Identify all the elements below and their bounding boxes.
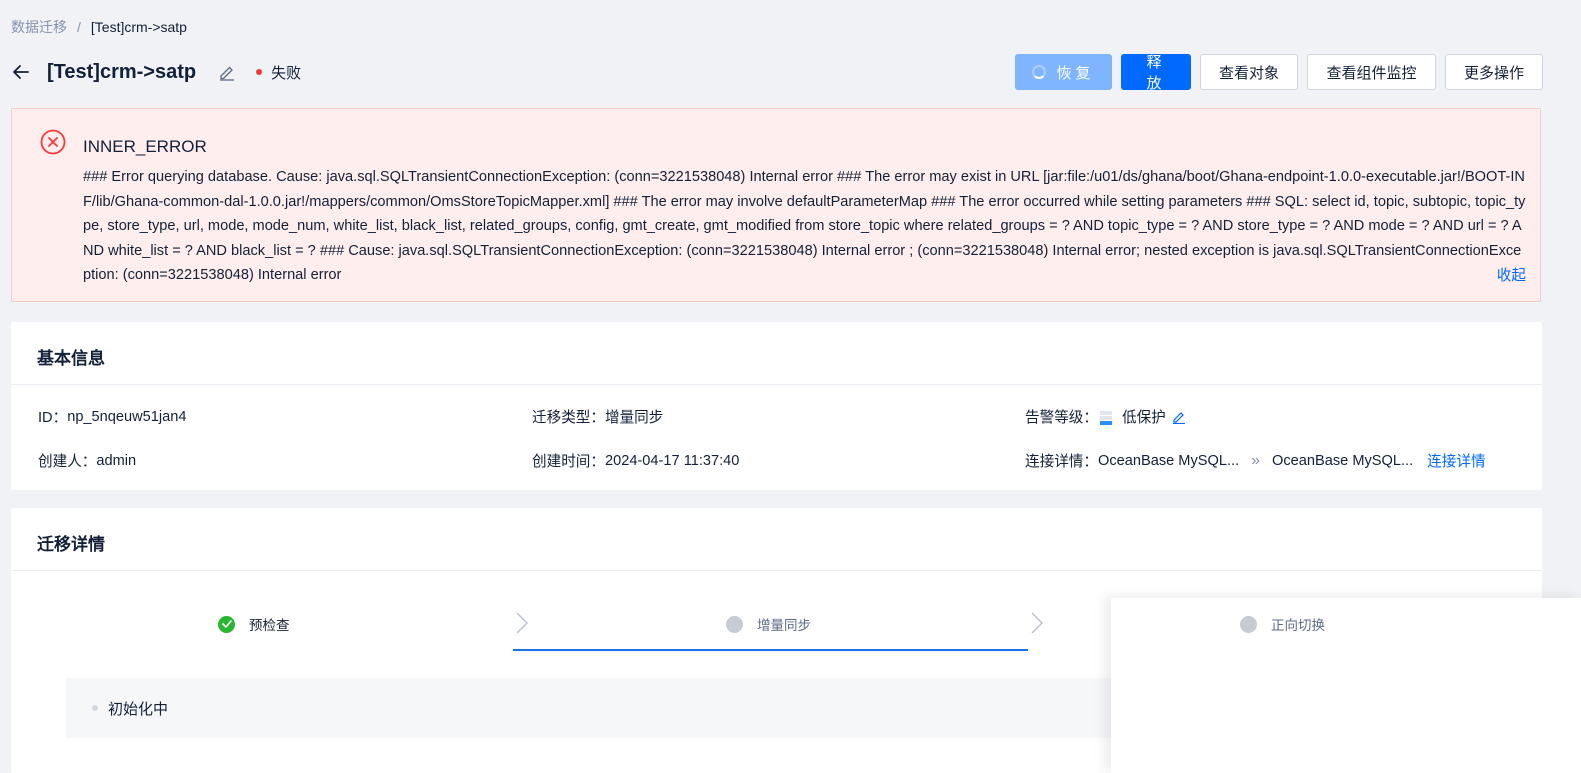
pending-circle-icon (1240, 615, 1257, 633)
alert-message: ### Error querying database. Cause: java… (83, 169, 1526, 284)
info-alarm-value: 低保护 (1121, 410, 1166, 426)
step-label: 正向切换 (1271, 618, 1325, 633)
close-circle-icon (40, 129, 66, 155)
info-conn-label: 连接详情： (1025, 454, 1098, 470)
info-creator: 创建人： admin (38, 450, 136, 471)
collapse-link[interactable]: 收起 (1497, 264, 1526, 285)
double-chevron-icon: » (1251, 451, 1261, 469)
info-id-label: ID： (38, 410, 68, 426)
info-type: 迁移类型： 增量同步 (532, 406, 663, 427)
basic-info-title: 基本信息 (37, 349, 105, 368)
step-arrow-icon (516, 612, 528, 634)
page-title: [Test]crm->satp (47, 60, 197, 83)
alarm-level-icon (1099, 409, 1112, 425)
basic-info-card: 基本信息 ID： np_5nqeuw51jan4 迁移类型： 增量同步 告警等级… (11, 322, 1542, 490)
info-created-label: 创建时间： (532, 454, 605, 470)
header-actions: 恢复 释放 查看对象 查看组件监控 更多操作 (1015, 54, 1543, 92)
info-id: ID： np_5nqeuw51jan4 (38, 406, 187, 427)
resume-button-label: 恢复 (1056, 64, 1095, 82)
breadcrumb: 数据迁移 / [Test]crm->satp (11, 17, 187, 37)
info-created-value: 2024-04-17 11:37:40 (604, 452, 740, 469)
status-badge: 失败 (256, 62, 301, 83)
breadcrumb-parent[interactable]: 数据迁移 (11, 17, 67, 37)
step-label: 增量同步 (757, 618, 811, 633)
check-circle-icon (218, 615, 235, 633)
step-forward-switch[interactable]: 正向切换 (1240, 614, 1325, 634)
active-step-underline (513, 649, 1028, 651)
error-alert: INNER_ERROR ### Error querying database.… (11, 108, 1541, 302)
migration-detail-title: 迁移详情 (37, 535, 105, 554)
status-dot-icon (92, 705, 98, 711)
card-divider (11, 384, 1542, 385)
alert-title: INNER_ERROR (83, 137, 207, 156)
release-button[interactable]: 释放 (1121, 54, 1191, 92)
info-conn-source: OceanBase MySQL... (1097, 452, 1240, 469)
info-connection: 连接详情： OceanBase MySQL... » OceanBase MyS… (1025, 450, 1486, 471)
step-arrow-icon (1031, 612, 1043, 634)
pending-circle-icon (726, 615, 743, 633)
card-divider (11, 570, 1542, 571)
info-conn-target: OceanBase MySQL... (1272, 452, 1414, 469)
breadcrumb-current: [Test]crm->satp (90, 19, 187, 35)
connection-detail-link[interactable]: 连接详情 (1427, 450, 1485, 471)
info-type-value: 增量同步 (604, 410, 664, 426)
info-id-value: np_5nqeuw51jan4 (67, 408, 187, 425)
step-incremental-sync[interactable]: 增量同步 (726, 614, 811, 634)
more-actions-button[interactable]: 更多操作 (1445, 54, 1543, 90)
page-header: [Test]crm->satp 失败 恢复 释放 查看对象 查看组件监控 更多操… (11, 54, 1543, 92)
step-label: 预检查 (249, 618, 290, 633)
step-precheck[interactable]: 预检查 (218, 614, 290, 634)
info-created-time: 创建时间： 2024-04-17 11:37:40 (532, 450, 739, 471)
resume-button[interactable]: 恢复 (1015, 54, 1112, 90)
info-alarm: 告警等级： 低保护 (1025, 406, 1186, 427)
info-creator-value: admin (96, 452, 137, 469)
info-type-label: 迁移类型： (532, 410, 605, 426)
view-monitor-button[interactable]: 查看组件监控 (1307, 54, 1436, 90)
info-creator-label: 创建人： (38, 454, 97, 470)
view-objects-button[interactable]: 查看对象 (1200, 54, 1298, 90)
status-text: 失败 (271, 64, 302, 82)
info-alarm-label: 告警等级： (1025, 410, 1098, 426)
back-arrow-icon[interactable] (11, 62, 31, 82)
loading-spinner-icon (1032, 65, 1047, 79)
sub-status-text: 初始化中 (108, 700, 169, 718)
breadcrumb-separator: / (77, 19, 81, 35)
edit-alarm-icon[interactable] (1172, 410, 1186, 424)
edit-name-icon[interactable] (218, 63, 236, 81)
floating-panel: 正向切换 (1111, 598, 1581, 773)
status-dot-icon (256, 69, 263, 75)
